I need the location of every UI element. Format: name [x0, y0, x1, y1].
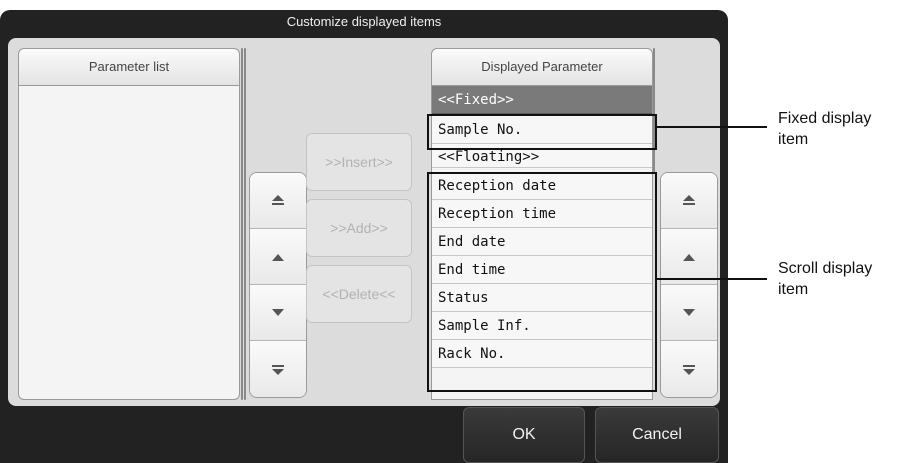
scroll-down-button[interactable] [661, 285, 717, 341]
scroll-bottom-icon [683, 365, 695, 375]
scroll-down-icon [272, 308, 284, 316]
list-item[interactable]: Reception date [432, 172, 652, 200]
delete-button[interactable]: <<Delete<< [306, 265, 412, 323]
scroll-bottom-icon [272, 365, 284, 375]
scroll-top-icon [683, 194, 695, 205]
list-item[interactable]: Sample No. [432, 116, 652, 144]
parameter-list-panel[interactable]: Parameter list [18, 48, 240, 400]
fixed-callout-label: Fixed display item [778, 110, 872, 148]
insert-button[interactable]: >>Insert>> [306, 133, 412, 191]
displayed-list-scrollbar[interactable] [653, 48, 655, 173]
list-item[interactable]: Rack No. [432, 340, 652, 368]
scroll-up-button[interactable] [661, 229, 717, 285]
list-item[interactable]: End time [432, 256, 652, 284]
scroll-top-button[interactable] [661, 173, 717, 229]
list-item[interactable]: End date [432, 228, 652, 256]
add-button[interactable]: >>Add>> [306, 199, 412, 257]
displayed-parameter-panel[interactable]: Displayed Parameter <<Fixed>> Sample No.… [431, 48, 653, 400]
customize-dialog: Customize displayed items Parameter list… [0, 10, 728, 463]
floating-section-header: <<Floating>> [432, 144, 652, 168]
scroll-bottom-button[interactable] [661, 341, 717, 397]
list-item[interactable]: Status [432, 284, 652, 312]
scroll-callout-line [655, 278, 767, 280]
displayed-parameter-header: Displayed Parameter [432, 49, 652, 86]
scroll-top-button[interactable] [250, 173, 306, 229]
displayed-list-scroll-group [660, 172, 718, 398]
parameter-list-scroll-group [249, 172, 307, 398]
scroll-up-button[interactable] [250, 229, 306, 285]
parameter-list-scrollbar-edge [244, 48, 246, 400]
dialog-title: Customize displayed items [286, 14, 442, 29]
scroll-callout-label: Scroll display item [778, 260, 873, 298]
list-item[interactable]: Sample Inf. [432, 312, 652, 340]
fixed-section-header: <<Fixed>> [432, 86, 652, 114]
fixed-callout-line [655, 126, 767, 128]
parameter-list-scrollbar[interactable] [241, 48, 243, 400]
scroll-up-icon [272, 253, 284, 261]
scroll-down-button[interactable] [250, 285, 306, 341]
list-item[interactable]: Reception time [432, 200, 652, 228]
scroll-up-icon [683, 253, 695, 261]
ok-button[interactable]: OK [463, 407, 585, 463]
cancel-button[interactable]: Cancel [595, 407, 719, 463]
scroll-top-icon [272, 194, 284, 205]
scroll-bottom-button[interactable] [250, 341, 306, 397]
parameter-list-header: Parameter list [19, 49, 239, 86]
scroll-down-icon [683, 308, 695, 316]
dialog-content: Parameter list >>Insert>> >>Add>> <<Dele… [8, 38, 720, 406]
